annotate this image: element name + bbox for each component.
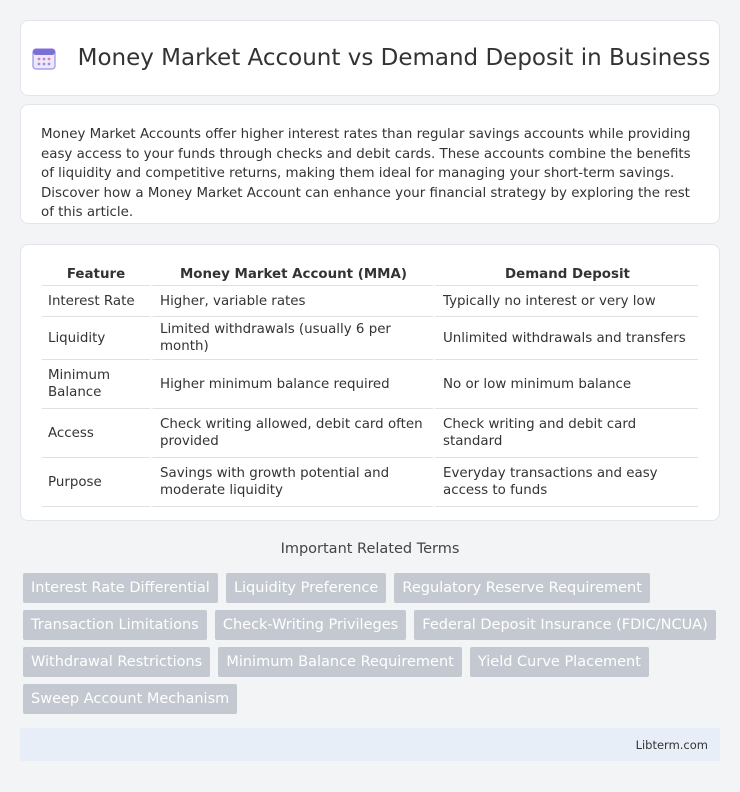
table-cell-mma: Savings with growth potential and modera… xyxy=(150,458,433,507)
table-cell-feature: Minimum Balance xyxy=(42,360,150,409)
page-title: Money Market Account vs Demand Deposit i… xyxy=(77,45,711,71)
comparison-table-card: Feature Money Market Account (MMA) Deman… xyxy=(20,244,720,521)
related-term-tag[interactable]: Sweep Account Mechanism xyxy=(23,684,238,714)
related-terms-list: Interest Rate Differential Liquidity Pre… xyxy=(23,573,723,721)
table-row: Purpose Savings with growth potential an… xyxy=(42,458,698,507)
table-cell-feature: Interest Rate xyxy=(42,286,150,317)
footer-site-link[interactable]: Libterm.com xyxy=(636,738,708,752)
table-row: Liquidity Limited withdrawals (usually 6… xyxy=(42,317,698,360)
related-term-tag[interactable]: Minimum Balance Requirement xyxy=(218,647,462,677)
table-cell-demand-deposit: Everyday transactions and easy access to… xyxy=(433,458,698,507)
table-cell-demand-deposit: Check writing and debit card standard xyxy=(433,409,698,458)
title-card: Money Market Account vs Demand Deposit i… xyxy=(20,20,720,96)
table-cell-mma: Higher minimum balance required xyxy=(150,360,433,409)
calendar-icon xyxy=(31,48,56,70)
footer: Libterm.com xyxy=(20,728,720,761)
related-term-tag[interactable]: Interest Rate Differential xyxy=(23,573,218,603)
table-cell-demand-deposit: No or low minimum balance xyxy=(433,360,698,409)
related-terms-heading: Important Related Terms xyxy=(280,541,460,557)
related-term-tag[interactable]: Check-Writing Privileges xyxy=(214,610,407,640)
table-cell-feature: Access xyxy=(42,409,150,458)
table-row: Minimum Balance Higher minimum balance r… xyxy=(42,360,698,409)
table-row: Access Check writing allowed, debit card… xyxy=(42,409,698,458)
table-cell-demand-deposit: Unlimited withdrawals and transfers xyxy=(433,317,698,360)
column-header-feature: Feature xyxy=(42,265,150,286)
related-term-tag[interactable]: Transaction Limitations xyxy=(23,610,207,640)
table-cell-mma: Higher, variable rates xyxy=(150,286,433,317)
table-cell-feature: Liquidity xyxy=(42,317,150,360)
related-term-tag[interactable]: Yield Curve Placement xyxy=(469,647,649,677)
table-row: Interest Rate Higher, variable rates Typ… xyxy=(42,286,698,317)
table-cell-mma: Limited withdrawals (usually 6 per month… xyxy=(150,317,433,360)
column-header-demand-deposit: Demand Deposit xyxy=(433,265,698,286)
table-cell-demand-deposit: Typically no interest or very low xyxy=(433,286,698,317)
related-term-tag[interactable]: Federal Deposit Insurance (FDIC/NCUA) xyxy=(414,610,716,640)
intro-text: Money Market Accounts offer higher inter… xyxy=(41,127,691,220)
related-term-tag[interactable]: Liquidity Preference xyxy=(225,573,387,603)
table-header-row: Feature Money Market Account (MMA) Deman… xyxy=(42,265,698,286)
related-term-tag[interactable]: Regulatory Reserve Requirement xyxy=(394,573,650,603)
table-cell-feature: Purpose xyxy=(42,458,150,507)
column-header-mma: Money Market Account (MMA) xyxy=(150,265,433,286)
related-term-tag[interactable]: Withdrawal Restrictions xyxy=(23,647,211,677)
intro-card: Money Market Accounts offer higher inter… xyxy=(20,104,720,224)
comparison-table: Feature Money Market Account (MMA) Deman… xyxy=(42,265,698,507)
table-cell-mma: Check writing allowed, debit card often … xyxy=(150,409,433,458)
